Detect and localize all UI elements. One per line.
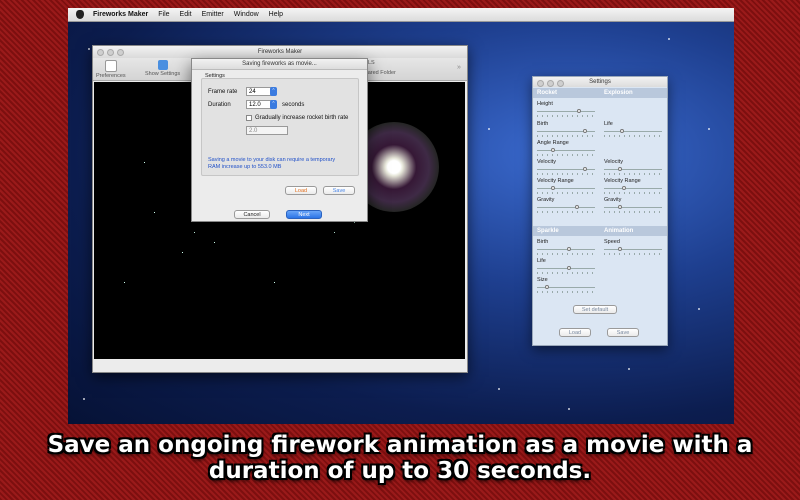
main-window-title: Fireworks Maker (257, 49, 303, 55)
panel-window-controls (537, 80, 564, 87)
menu-edit[interactable]: Edit (175, 8, 197, 21)
save-movie-dialog: Saving fireworks as movie... Settings Fr… (191, 58, 368, 222)
main-window-titlebar: Fireworks Maker (93, 46, 467, 58)
duration-field[interactable]: 12.0 (246, 100, 272, 109)
zoom-button[interactable] (117, 49, 124, 56)
ram-warning-note: Saving a movie to your disk can require … (208, 157, 336, 170)
panel-zoom-button[interactable] (557, 80, 564, 87)
rocket-angle-range-slider[interactable] (537, 148, 595, 152)
menu-app-name[interactable]: Fireworks Maker (88, 8, 153, 21)
set-default-button[interactable]: Set default (573, 305, 617, 314)
gradual-checkbox[interactable] (246, 115, 252, 121)
preferences-label: Preferences (96, 73, 126, 79)
panel-close-button[interactable] (537, 80, 544, 87)
frame-rate-field[interactable]: 24 (246, 87, 272, 96)
rocket-velocity-range-label: Velocity Range (537, 178, 574, 184)
close-button[interactable] (97, 49, 104, 56)
desktop-screen: Fireworks Maker File Edit Emitter Window… (68, 8, 734, 424)
settings-panel-titlebar: Settings (533, 77, 667, 87)
duration-stepper[interactable]: ⌃ (270, 100, 277, 109)
rocket-gravity-label: Gravity (537, 197, 555, 203)
rocket-velocity-slider[interactable] (537, 167, 595, 171)
explosion-velocity-range-slider[interactable] (604, 186, 662, 190)
settings-panel-title: Settings (589, 79, 611, 85)
rocket-birth-slider[interactable] (537, 129, 595, 133)
section-rocket: Rocket (533, 88, 600, 98)
cancel-button[interactable]: Cancel (234, 210, 270, 219)
explosion-velocity-slider[interactable] (604, 167, 662, 171)
save-button[interactable]: Save (323, 186, 355, 195)
sparkle-birth-slider[interactable] (537, 247, 595, 251)
window-controls (97, 49, 124, 56)
explosion-velocity-label: Velocity (604, 159, 623, 165)
rocket-height-slider[interactable] (537, 109, 595, 113)
next-button[interactable]: Next (286, 210, 322, 219)
menu-emitter[interactable]: Emitter (197, 8, 229, 21)
animation-speed-label: Speed (604, 239, 620, 245)
sparkle-life-slider[interactable] (537, 266, 595, 270)
panel-minimize-button[interactable] (547, 80, 554, 87)
animation-speed-slider[interactable] (604, 247, 662, 251)
preferences-icon (104, 60, 117, 72)
section-animation: Animation (600, 226, 667, 236)
explosion-life-label: Life (604, 121, 613, 127)
panel-save-button[interactable]: Save (607, 328, 639, 337)
show-settings-label: Show Settings (145, 71, 181, 77)
menu-file[interactable]: File (153, 8, 174, 21)
gradual-value-field[interactable]: 2.0 (246, 126, 288, 135)
duration-label: Duration (208, 102, 231, 108)
menu-window[interactable]: Window (229, 8, 264, 21)
toolbar-fragment: LS (368, 60, 375, 66)
sparkle-size-slider[interactable] (537, 285, 595, 289)
toolbar-show-settings[interactable]: Show Settings (145, 60, 180, 77)
frame-rate-stepper[interactable]: ⌃ (270, 87, 277, 96)
rocket-angle-range-label: Angle Range (537, 140, 569, 146)
explosion-life-slider[interactable] (604, 129, 662, 133)
apple-menu-icon[interactable] (76, 10, 84, 19)
settings-s-icon (157, 60, 168, 70)
minimize-button[interactable] (107, 49, 114, 56)
menu-bar: Fireworks Maker File Edit Emitter Window… (68, 8, 734, 22)
explosion-velocity-range-label: Velocity Range (604, 178, 641, 184)
frame-rate-label: Frame rate (208, 89, 238, 95)
menu-help[interactable]: Help (264, 8, 288, 21)
rocket-height-label: Height (537, 101, 553, 107)
dialog-title: Saving fireworks as movie... (192, 59, 367, 70)
section-sparkle: Sparkle (533, 226, 600, 236)
section-explosion: Explosion (600, 88, 667, 98)
rocket-birth-label: Birth (537, 121, 549, 127)
settings-panel: Settings Rocket Explosion Height Birth A… (532, 76, 668, 346)
toolbar-preferences[interactable]: Preferences (96, 60, 126, 79)
promo-caption: Save an ongoing firework animation as a … (47, 432, 753, 484)
toolbar-overflow-icon[interactable]: » (457, 64, 461, 71)
load-button[interactable]: Load (285, 186, 317, 195)
duration-unit: seconds (282, 102, 305, 108)
sparkle-birth-label: Birth (537, 239, 549, 245)
rocket-velocity-label: Velocity (537, 159, 556, 165)
explosion-gravity-label: Gravity (604, 197, 622, 203)
sparkle-life-label: Life (537, 258, 546, 264)
gradual-label: Gradually increase rocket birth rate (255, 115, 349, 121)
explosion-gravity-slider[interactable] (604, 205, 662, 209)
rocket-gravity-slider[interactable] (537, 205, 595, 209)
sparkle-size-label: Size (537, 277, 548, 283)
panel-load-button[interactable]: Load (559, 328, 591, 337)
rocket-velocity-range-slider[interactable] (537, 186, 595, 190)
